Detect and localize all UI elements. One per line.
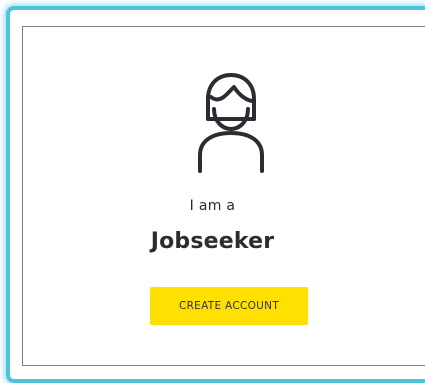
create-account-button[interactable]: CREATE ACCOUNT: [150, 287, 308, 325]
intro-label: I am a: [189, 198, 236, 214]
role-title: Jobseeker: [150, 229, 275, 254]
jobseeker-avatar-icon: [198, 73, 264, 173]
